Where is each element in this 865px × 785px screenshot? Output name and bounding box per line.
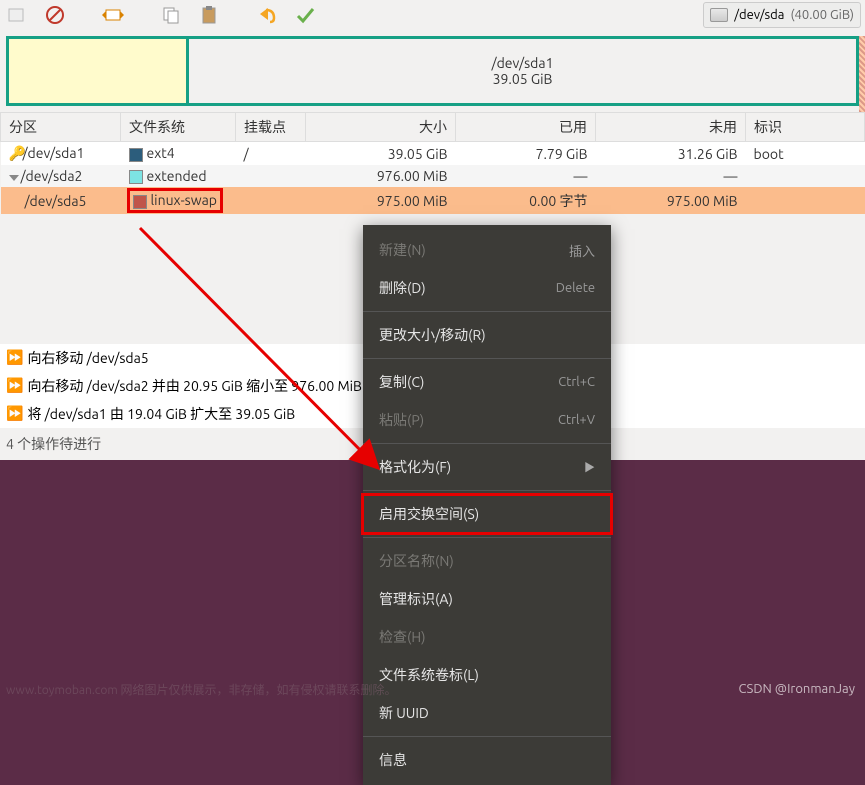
delete-button[interactable]: [42, 2, 68, 28]
fs-swatch-icon: [129, 148, 143, 162]
menu-new: 新建(N)插入: [363, 231, 611, 269]
move-icon: ⏩: [6, 349, 23, 366]
menu-separator: [363, 358, 611, 359]
partition-main[interactable]: /dev/sda1 39.05 GiB: [189, 39, 856, 103]
menu-format[interactable]: 格式化为(F)▶: [363, 448, 611, 486]
menu-separator: [363, 736, 611, 737]
menu-info[interactable]: 信息: [363, 741, 611, 779]
menu-separator: [363, 490, 611, 491]
menu-manage-flags[interactable]: 管理标识(A): [363, 580, 611, 618]
op-text: 将 /dev/sda1 由 19.04 GiB 扩大至 39.05 GiB: [27, 404, 295, 424]
menu-separator: [363, 537, 611, 538]
cell-fs: extended: [147, 168, 207, 184]
cell-flags: boot: [746, 142, 865, 166]
col-flags[interactable]: 标识: [746, 113, 865, 142]
menu-check: 检查(H): [363, 618, 611, 656]
cell-name: /dev/sda5: [25, 193, 87, 209]
expand-icon[interactable]: [9, 175, 19, 181]
watermark-right: CSDN @IronmanJay: [738, 682, 855, 696]
fs-swatch-icon: [129, 170, 143, 184]
cell-unused: 975.00 MiB: [596, 187, 746, 213]
resize-button[interactable]: [100, 2, 126, 28]
menu-resize[interactable]: 更改大小/移动(R): [363, 316, 611, 354]
col-fs[interactable]: 文件系统: [121, 113, 236, 142]
menu-copy[interactable]: 复制(C)Ctrl+C: [363, 363, 611, 401]
table-row[interactable]: 🔑/dev/sda1 ext4 / 39.05 GiB 7.79 GiB 31.…: [1, 142, 865, 166]
lock-icon: 🔑: [9, 145, 23, 162]
op-text: 向右移动 /dev/sda2 并由 20.95 GiB 缩小至 976.00 M…: [27, 376, 361, 396]
menu-swapon[interactable]: 启用交换空间(S): [363, 495, 611, 533]
menu-label[interactable]: 文件系统卷标(L): [363, 656, 611, 694]
cell-mount: /: [236, 142, 306, 166]
menu-delete[interactable]: 删除(D)Delete: [363, 269, 611, 307]
move-icon: ⏩: [6, 405, 23, 422]
new-partition-button[interactable]: [4, 2, 30, 28]
fs-swatch-icon: [133, 195, 147, 209]
partition-table: 分区 文件系统 挂载点 大小 已用 未用 标识 🔑/dev/sda1 ext4 …: [0, 112, 865, 214]
toolbar: /dev/sda (40.00 GiB): [0, 0, 865, 30]
copy-button[interactable]: [158, 2, 184, 28]
col-size[interactable]: 大小: [306, 113, 456, 142]
cell-name: /dev/sda1: [23, 145, 85, 161]
move-icon: ⏩: [6, 377, 23, 394]
context-menu: 新建(N)插入 删除(D)Delete 更改大小/移动(R) 复制(C)Ctrl…: [363, 225, 611, 785]
device-label: /dev/sda: [734, 8, 784, 22]
paste-button[interactable]: [196, 2, 222, 28]
cell-mount: [236, 165, 306, 187]
col-mount[interactable]: 挂载点: [236, 113, 306, 142]
partition-bar: /dev/sda1 39.05 GiB: [0, 30, 865, 112]
menu-uuid[interactable]: 新 UUID: [363, 694, 611, 732]
cell-size: 975.00 MiB: [306, 187, 456, 213]
cell-unused: —: [596, 165, 746, 187]
col-partition[interactable]: 分区: [1, 113, 121, 142]
device-size: (40.00 GiB): [790, 8, 854, 22]
partition-main-name: /dev/sda1: [492, 55, 554, 71]
apply-button[interactable]: [292, 2, 318, 28]
menu-partition-name: 分区名称(N): [363, 542, 611, 580]
menu-separator: [363, 311, 611, 312]
watermark-left: www.toymoban.com 网络图片仅供展示，非存储，如有侵权请联系删除。: [6, 681, 396, 698]
cell-fs: ext4: [147, 145, 175, 161]
cell-unused: 31.26 GiB: [596, 142, 746, 166]
drive-icon: [710, 8, 728, 22]
cell-flags: [746, 165, 865, 187]
cell-fs: linux-swap: [151, 192, 217, 208]
cell-name: /dev/sda2: [21, 168, 83, 184]
table-row[interactable]: /dev/sda2 extended 976.00 MiB — —: [1, 165, 865, 187]
clipped-edge: [859, 36, 865, 112]
col-used[interactable]: 已用: [456, 113, 596, 142]
cell-size: 976.00 MiB: [306, 165, 456, 187]
menu-paste: 粘贴(P)Ctrl+V: [363, 401, 611, 439]
submenu-arrow-icon: ▶: [584, 459, 595, 475]
menu-separator: [363, 443, 611, 444]
cell-used: —: [456, 165, 596, 187]
undo-button[interactable]: [254, 2, 280, 28]
cell-used: 0.00 字节: [456, 187, 596, 213]
cell-used: 7.79 GiB: [456, 142, 596, 166]
table-row-selected[interactable]: /dev/sda5 linux-swap 975.00 MiB 0.00 字节 …: [1, 187, 865, 213]
cell-flags: [746, 187, 865, 213]
cell-mount: [236, 187, 306, 213]
device-selector[interactable]: /dev/sda (40.00 GiB): [703, 2, 861, 28]
partition-used-area[interactable]: [9, 39, 189, 103]
op-text: 向右移动 /dev/sda5: [27, 348, 148, 368]
cell-size: 39.05 GiB: [306, 142, 456, 166]
partition-main-size: 39.05 GiB: [493, 71, 553, 87]
col-unused[interactable]: 未用: [596, 113, 746, 142]
